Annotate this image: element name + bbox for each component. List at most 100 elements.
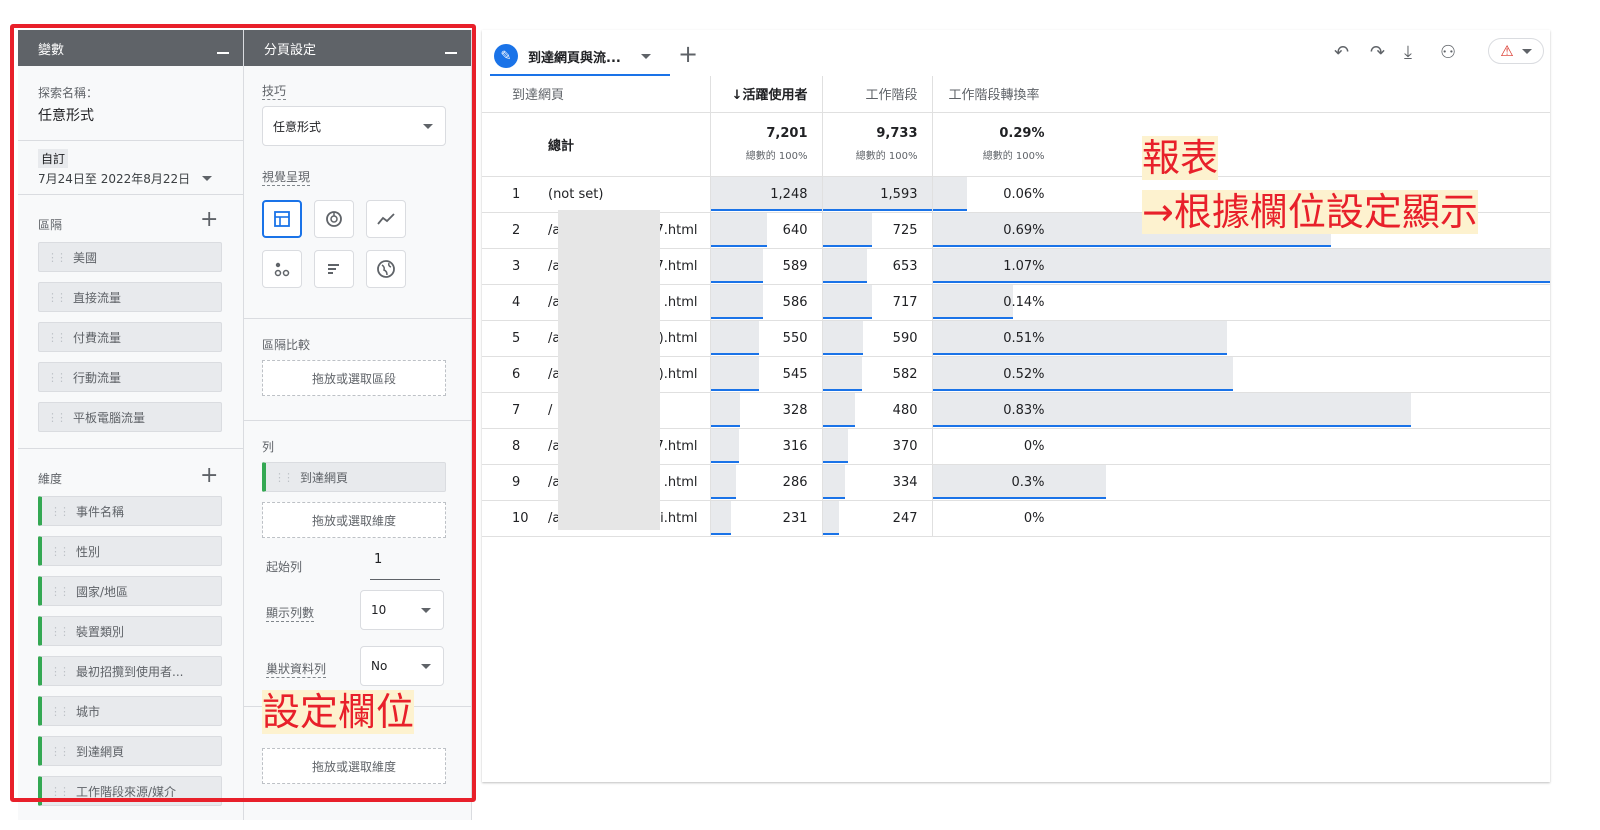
segment-chip[interactable]: ⋮⋮ 平板電腦流量 — [38, 402, 222, 432]
drag-handle-icon[interactable]: ⋮⋮ — [50, 745, 70, 758]
active-users-bar — [710, 320, 760, 355]
conversion-rate-value: 0.51% — [1003, 330, 1045, 346]
chip-label: 城市 — [76, 704, 101, 719]
report-tab[interactable]: ✎ 到達網頁與流... — [490, 38, 670, 76]
sessions-value: 590 — [892, 330, 918, 346]
column-header-conversion-rate[interactable]: 工作階段轉換率 — [931, 76, 1550, 113]
sessions-cell: 1,593 — [821, 176, 932, 213]
warning-button[interactable]: ⚠ — [1488, 38, 1544, 64]
nested-rows-select[interactable]: No — [360, 646, 444, 686]
active-users-value: 286 — [782, 474, 808, 490]
conversion-rate-value: 0% — [1023, 438, 1045, 454]
chip-label: 直接流量 — [73, 290, 122, 305]
technique-select[interactable]: 任意形式 — [262, 106, 446, 146]
drag-handle-icon[interactable]: ⋮⋮ — [50, 625, 70, 638]
drag-handle-icon[interactable]: ⋮⋮ — [50, 665, 70, 678]
active-users-bar — [710, 392, 740, 427]
row-index: 8 — [512, 438, 521, 454]
totals-active-users: 7,201 總數的 100% — [709, 112, 822, 177]
dimension-chip[interactable]: ⋮⋮ 工作階段來源/媒介 — [38, 776, 222, 806]
table-icon[interactable] — [262, 200, 302, 238]
landing-page[interactable]: / — [548, 403, 552, 418]
date-range-picker[interactable]: 7月24日至 2022年8月22日 — [38, 170, 213, 187]
exploration-name-label: 探索名稱： — [38, 86, 99, 100]
chip-label: 事件名稱 — [76, 504, 125, 519]
column-header-active-users[interactable]: ↓活躍使用者 — [709, 76, 822, 113]
date-label: 自訂 — [38, 149, 69, 168]
collapse-icon[interactable] — [217, 52, 229, 54]
line-chart-icon[interactable] — [366, 200, 406, 238]
drag-handle-icon[interactable]: ⋮⋮ — [47, 411, 67, 424]
drag-handle-icon[interactable]: ⋮⋮ — [50, 505, 70, 518]
drag-handle-icon[interactable]: ⋮⋮ — [47, 331, 67, 344]
chevron-down-icon — [421, 607, 431, 613]
undo-icon[interactable]: ↶ — [1334, 42, 1349, 63]
drag-handle-icon[interactable]: ⋮⋮ — [50, 585, 70, 598]
drag-handle-icon[interactable]: ⋮⋮ — [50, 545, 70, 558]
globe-icon[interactable] — [366, 250, 406, 288]
table-header-row: 到達網頁 ↓活躍使用者 工作階段 工作階段轉換率 — [482, 76, 1550, 113]
drop-dimension-target[interactable]: 拖放或選取維度 — [262, 502, 446, 538]
date-range: 7月24日至 2022年8月22日 — [38, 172, 191, 186]
add-tab-button[interactable]: + — [678, 40, 698, 68]
dimension-chip[interactable]: ⋮⋮ 城市 — [38, 696, 222, 726]
dimension-chip[interactable]: ⋮⋮ 性別 — [38, 536, 222, 566]
landing-page-suffix: 7.html — [655, 258, 698, 274]
chevron-down-icon — [421, 663, 431, 669]
warning-icon: ⚠ — [1500, 42, 1514, 60]
active-users-cell: 545 — [709, 356, 822, 393]
drag-handle-icon[interactable]: ⋮⋮ — [50, 785, 70, 798]
active-users-cell: 640 — [709, 212, 822, 249]
visualization-label: 視覺呈現 — [262, 170, 311, 186]
redaction-block — [558, 210, 660, 530]
segment-chip[interactable]: ⋮⋮ 美國 — [38, 242, 222, 272]
active-users-bar — [710, 500, 732, 535]
drag-handle-icon[interactable]: ⋮⋮ — [47, 291, 67, 304]
dimension-chip[interactable]: ⋮⋮ 最初招攬到使用者... — [38, 656, 222, 686]
segment-chip[interactable]: ⋮⋮ 行動流量 — [38, 362, 222, 392]
landing-page-suffix: ).html — [658, 330, 698, 346]
chip-label: 最初招攬到使用者... — [76, 664, 184, 679]
segment-chip[interactable]: ⋮⋮ 直接流量 — [38, 282, 222, 312]
redo-icon[interactable]: ↷ — [1370, 42, 1385, 63]
drag-handle-icon[interactable]: ⋮⋮ — [47, 371, 67, 384]
drop-segment-target[interactable]: 拖放或選取區段 — [262, 360, 446, 396]
chevron-down-icon[interactable] — [640, 53, 651, 59]
start-row-input[interactable]: 1 — [370, 552, 440, 580]
conversion-rate-value: 0.69% — [1003, 222, 1045, 238]
sessions-cell: 590 — [821, 320, 932, 357]
donut-icon[interactable] — [314, 200, 354, 238]
add-segment-icon[interactable]: + — [200, 209, 218, 231]
pencil-icon: ✎ — [494, 44, 518, 68]
bar-chart-icon[interactable] — [314, 250, 354, 288]
dimension-chip[interactable]: ⋮⋮ 事件名稱 — [38, 496, 222, 526]
download-icon[interactable]: ⤓ — [1404, 42, 1412, 63]
row-index: 6 — [512, 366, 521, 382]
row-index: 1 — [512, 186, 521, 202]
row-dimension-chip[interactable]: ⋮⋮ 到達網頁 — [262, 462, 446, 492]
segment-chip[interactable]: ⋮⋮ 付費流量 — [38, 322, 222, 352]
dimension-chip[interactable]: ⋮⋮ 國家/地區 — [38, 576, 222, 606]
column-header-sessions[interactable]: 工作階段 — [821, 76, 932, 113]
chip-label: 裝置類別 — [76, 624, 125, 639]
collapse-icon[interactable] — [445, 52, 457, 54]
dimension-chip[interactable]: ⋮⋮ 裝置類別 — [38, 616, 222, 646]
show-rows-select[interactable]: 10 — [360, 590, 444, 630]
variables-panel: 變數 探索名稱： 任意形式 自訂 7月24日至 2022年8月22日 區隔 + … — [18, 30, 244, 820]
drop-dimension-target-2[interactable]: 拖放或選取維度 — [262, 748, 446, 784]
column-header-landing-page[interactable]: 到達網頁 — [482, 76, 710, 113]
conversion-rate-value: 0.06% — [1003, 186, 1045, 202]
exploration-name[interactable]: 任意形式 — [38, 105, 223, 125]
active-users-cell: 328 — [709, 392, 822, 429]
chevron-down-icon — [1521, 48, 1532, 54]
dimensions-label: 維度 — [38, 472, 63, 486]
dimension-chip[interactable]: ⋮⋮ 到達網頁 — [38, 736, 222, 766]
drag-handle-icon[interactable]: ⋮⋮ — [50, 705, 70, 718]
share-icon[interactable]: ⚇ — [1440, 42, 1456, 63]
variables-header: 變數 — [18, 30, 243, 66]
scatter-icon[interactable] — [262, 250, 302, 288]
drag-handle-icon[interactable]: ⋮⋮ — [47, 251, 67, 264]
conversion-rate-cell: 0.14% — [931, 284, 1550, 321]
add-dimension-icon[interactable]: + — [200, 465, 218, 487]
landing-page[interactable]: (not set) — [548, 187, 603, 202]
